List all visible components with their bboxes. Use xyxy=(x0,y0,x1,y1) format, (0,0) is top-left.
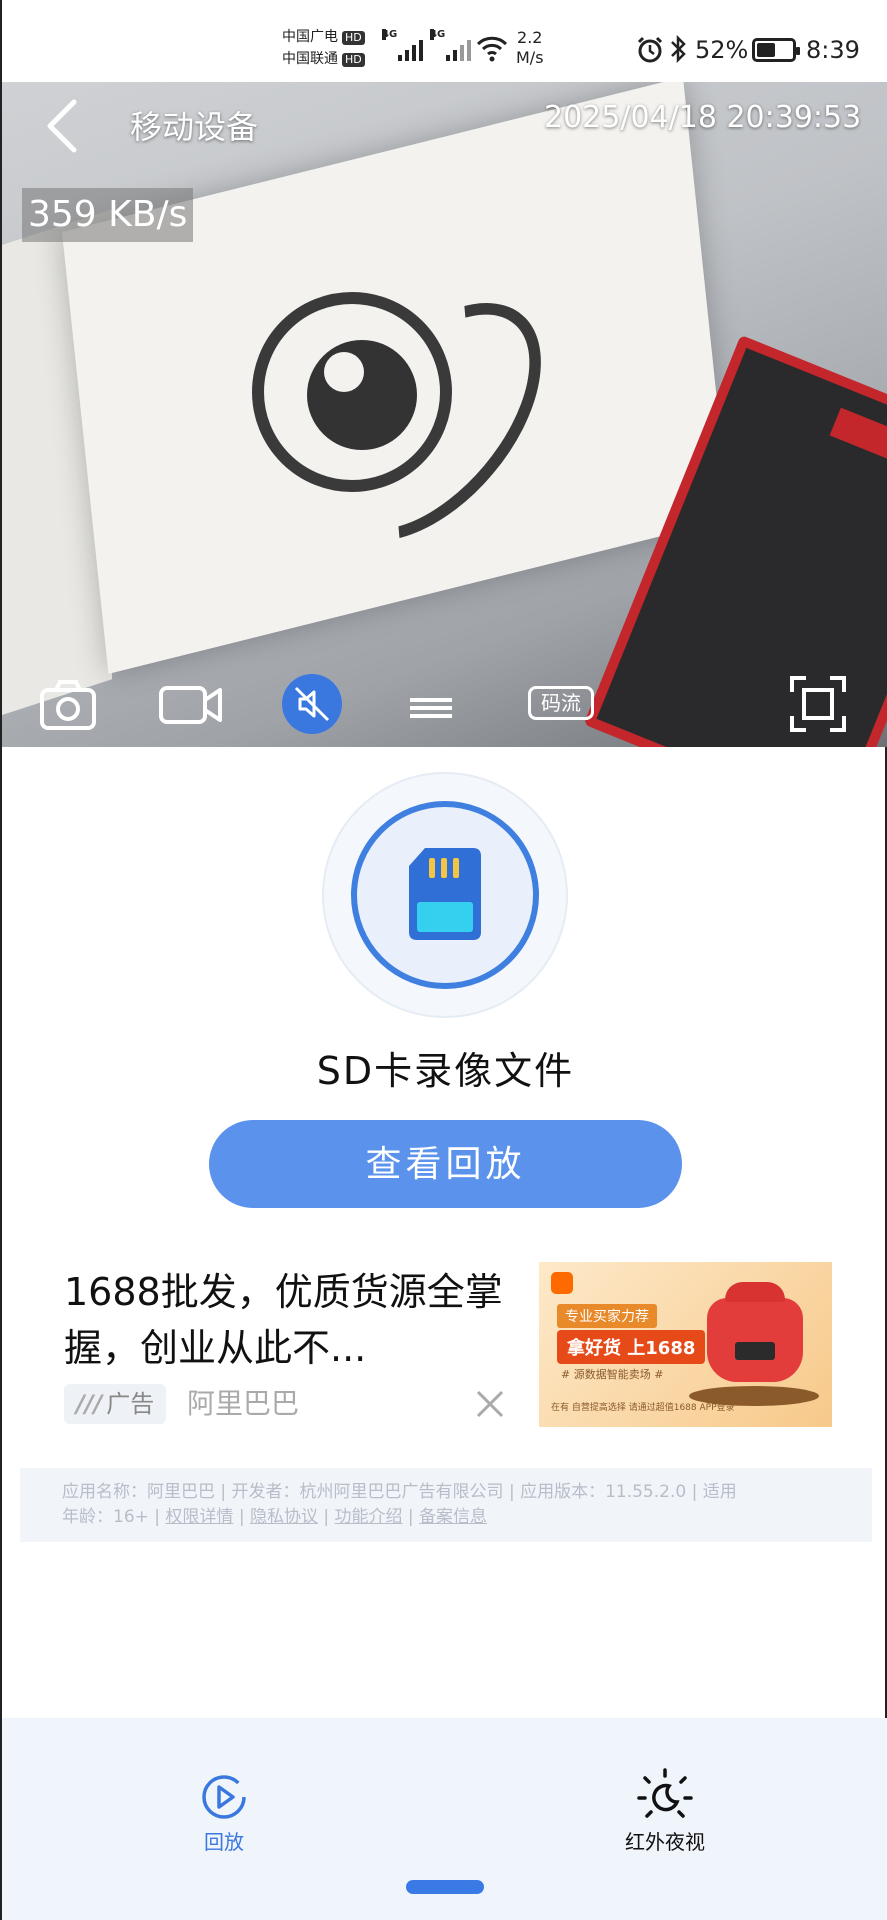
battery-icon xyxy=(752,38,800,62)
ad-image-text: 拿好货 上1688 xyxy=(557,1330,706,1364)
mute-button[interactable] xyxy=(282,674,342,734)
screen: { "status_bar": { "carrier_1": "中国广电", "… xyxy=(0,0,887,1920)
network-type: 4G xyxy=(430,29,446,40)
hd-badge: HD xyxy=(342,53,365,67)
stream-button[interactable]: 码流 xyxy=(528,686,594,720)
battery-percent: 52% xyxy=(695,36,749,64)
nav-item-night-vision[interactable]: 红外夜视 xyxy=(605,1768,725,1858)
playback-icon xyxy=(202,1775,246,1819)
night-vision-icon xyxy=(637,1768,693,1818)
view-playback-button[interactable]: 查看回放 xyxy=(209,1120,682,1208)
permissions-link[interactable]: 权限详情 xyxy=(165,1507,233,1527)
ad-product-cooker xyxy=(707,1282,803,1382)
carrier-1: 中国广电 xyxy=(282,29,338,45)
video-record-icon[interactable] xyxy=(158,670,224,736)
sd-card-icon xyxy=(409,848,481,940)
bluetooth-icon xyxy=(671,34,686,64)
device-title: 移动设备 xyxy=(130,108,259,146)
signal-icon: 4G xyxy=(382,29,423,61)
signal-icon: 4G xyxy=(430,29,471,61)
nav-label-night-vision: 红外夜视 xyxy=(625,1830,705,1854)
ad-mark-icon: /// xyxy=(76,1390,103,1418)
features-link[interactable]: 功能介绍 xyxy=(335,1507,403,1527)
mute-icon xyxy=(294,686,330,722)
filing-link[interactable]: 备案信息 xyxy=(419,1507,487,1527)
nav-label-playback: 回放 xyxy=(204,1830,244,1854)
ad-app-info: 应用名称：阿里巴巴 | 开发者：杭州阿里巴巴广告有限公司 | 应用版本：11.5… xyxy=(20,1468,872,1542)
clock: 8:39 xyxy=(806,36,860,64)
camera-live-view[interactable] xyxy=(2,82,887,747)
network-type: 4G xyxy=(382,29,398,40)
carrier-2: 中国联通 xyxy=(282,51,338,67)
bitrate-readout: 359 KB/s xyxy=(22,188,194,242)
stack-icon[interactable] xyxy=(406,670,456,736)
fullscreen-icon[interactable] xyxy=(788,670,848,736)
wifi-icon xyxy=(476,36,508,62)
ad-headline[interactable]: 1688批发，优质货源全掌握，创业从此不... xyxy=(64,1264,514,1376)
video-timestamp: 2025/04/18 20:39:53 xyxy=(544,100,862,135)
nav-item-playback[interactable]: 回放 xyxy=(164,1768,284,1858)
ad-product-mat xyxy=(689,1386,819,1406)
sd-recordings-title: SD卡录像文件 xyxy=(316,1049,575,1093)
hd-badge: HD xyxy=(342,31,365,45)
home-indicator[interactable] xyxy=(406,1880,484,1894)
close-icon[interactable] xyxy=(472,1386,508,1422)
ad-image-text: 专业买家力荐 xyxy=(557,1304,657,1328)
network-speed: 2.2 M/s xyxy=(516,28,544,67)
privacy-link[interactable]: 隐私协议 xyxy=(250,1507,318,1527)
back-icon[interactable] xyxy=(42,98,82,154)
ad-image-text: # 源数据智能卖场 # xyxy=(561,1368,664,1381)
ad-tag: ///广告 xyxy=(64,1384,167,1424)
alarm-icon xyxy=(637,36,663,63)
ad-source: 阿里巴巴 xyxy=(187,1387,300,1420)
ad-image[interactable]: 专业买家力荐 拿好货 上1688 # 源数据智能卖场 # 在有 自营提高选择 请… xyxy=(539,1262,832,1427)
ad-logo-icon xyxy=(551,1272,573,1294)
camera-icon[interactable] xyxy=(38,670,98,736)
status-bar: 中国广电 HD 中国联通 HD 4G 4G 2.2 M/s 52% 8:39 xyxy=(2,0,887,82)
carrier-info: 中国广电 HD 中国联通 HD xyxy=(282,26,365,70)
